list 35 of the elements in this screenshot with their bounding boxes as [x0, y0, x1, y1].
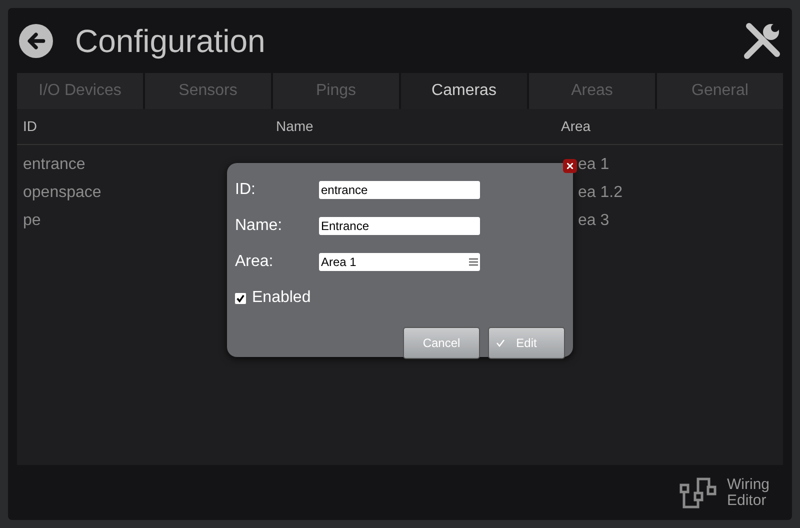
table-cell: entrance — [23, 156, 86, 173]
tab[interactable]: Areas — [529, 73, 655, 109]
table-cell: ea 1 — [578, 156, 610, 173]
tab[interactable]: I/O Devices — [17, 73, 143, 109]
menu-icon — [469, 258, 478, 266]
back-arrow-icon — [25, 30, 47, 52]
cancel-button[interactable]: Cancel — [403, 327, 480, 359]
tab[interactable]: Sensors — [145, 73, 271, 109]
table-cell: openspace — [23, 184, 102, 201]
close-icon — [567, 163, 573, 169]
area-select[interactable]: Area 1 — [319, 253, 480, 271]
wiring-editor-label[interactable]: Wiring Editor — [727, 476, 779, 508]
field-label: Area: — [235, 252, 274, 272]
field-label: Name: — [235, 216, 284, 236]
close-button[interactable] — [563, 159, 577, 173]
field-label: ID: — [235, 180, 256, 200]
back-button[interactable] — [19, 24, 53, 58]
column-header: Name — [276, 117, 314, 136]
input-field[interactable]: Entrance — [319, 217, 480, 235]
tab[interactable]: Cameras — [401, 73, 527, 109]
tab[interactable]: Pings — [273, 73, 399, 109]
table-cell: pe — [23, 212, 41, 229]
wiring-icon[interactable] — [679, 476, 717, 510]
table-cell: ea 3 — [578, 212, 610, 229]
checkbox-label: Enabled — [252, 288, 311, 308]
page-title: Configuration — [75, 22, 266, 61]
input-field[interactable]: entrance — [319, 181, 480, 199]
edit-button[interactable]: Edit — [488, 327, 565, 359]
column-header: ID — [23, 117, 38, 136]
tools-icon[interactable] — [743, 22, 781, 60]
tab[interactable]: General — [657, 73, 783, 109]
enabled-checkbox[interactable] — [235, 292, 246, 304]
column-header: Area — [561, 117, 592, 136]
check-icon — [496, 339, 505, 347]
table-cell: ea 1.2 — [578, 184, 622, 201]
